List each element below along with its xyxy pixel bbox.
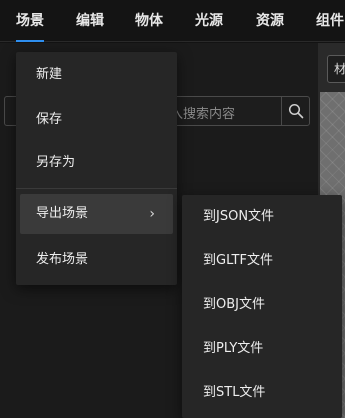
menu-item-save-label: 保存	[36, 112, 63, 127]
menu-item-export-scene-label: 导出场景	[36, 206, 89, 221]
menu-components[interactable]: 组件	[316, 0, 344, 42]
menu-object[interactable]: 物体	[135, 0, 163, 42]
export-ply-label: 到PLY文件	[203, 341, 264, 356]
search-button[interactable]	[281, 96, 310, 126]
export-stl-label: 到STL文件	[203, 385, 266, 400]
menu-item-save-as-label: 另存为	[36, 155, 76, 170]
menu-item-save-as[interactable]: 另存为	[16, 143, 177, 183]
search-placeholder: 入搜索内容	[170, 107, 236, 122]
menu-item-save[interactable]: 保存	[16, 100, 177, 140]
export-stl-item[interactable]: 到STL文件	[182, 373, 342, 413]
export-gltf-label: 到GLTF文件	[203, 253, 273, 268]
menu-item-export-scene[interactable]: 导出场景 ›	[20, 194, 173, 234]
export-submenu: 到JSON文件 到GLTF文件 到OBJ文件 到PLY文件 到STL文件	[182, 195, 342, 418]
menu-item-publish-scene[interactable]: 发布场景	[16, 240, 177, 280]
menu-item-new-label: 新建	[36, 67, 63, 82]
search-icon	[288, 103, 304, 119]
export-obj-item[interactable]: 到OBJ文件	[182, 285, 342, 325]
menu-light[interactable]: 光源	[195, 0, 223, 42]
export-gltf-item[interactable]: 到GLTF文件	[182, 241, 342, 281]
menu-divider	[16, 188, 177, 189]
export-json-label: 到JSON文件	[203, 209, 275, 224]
menu-assets[interactable]: 资源	[256, 0, 284, 42]
tab-material[interactable]: 材	[327, 55, 345, 83]
export-json-item[interactable]: 到JSON文件	[182, 197, 342, 237]
scene-dropdown-menu: 新建 保存 另存为 导出场景 › 发布场景	[16, 52, 177, 285]
export-obj-label: 到OBJ文件	[203, 297, 265, 312]
chevron-right-icon: ›	[149, 206, 155, 222]
menu-scene[interactable]: 场景	[16, 0, 44, 42]
menu-item-publish-scene-label: 发布场景	[36, 252, 89, 267]
export-ply-item[interactable]: 到PLY文件	[182, 329, 342, 369]
menubar: 场景 编辑 物体 光源 资源 组件	[0, 0, 345, 42]
menu-item-new[interactable]: 新建	[16, 55, 177, 95]
menu-edit[interactable]: 编辑	[76, 0, 104, 42]
